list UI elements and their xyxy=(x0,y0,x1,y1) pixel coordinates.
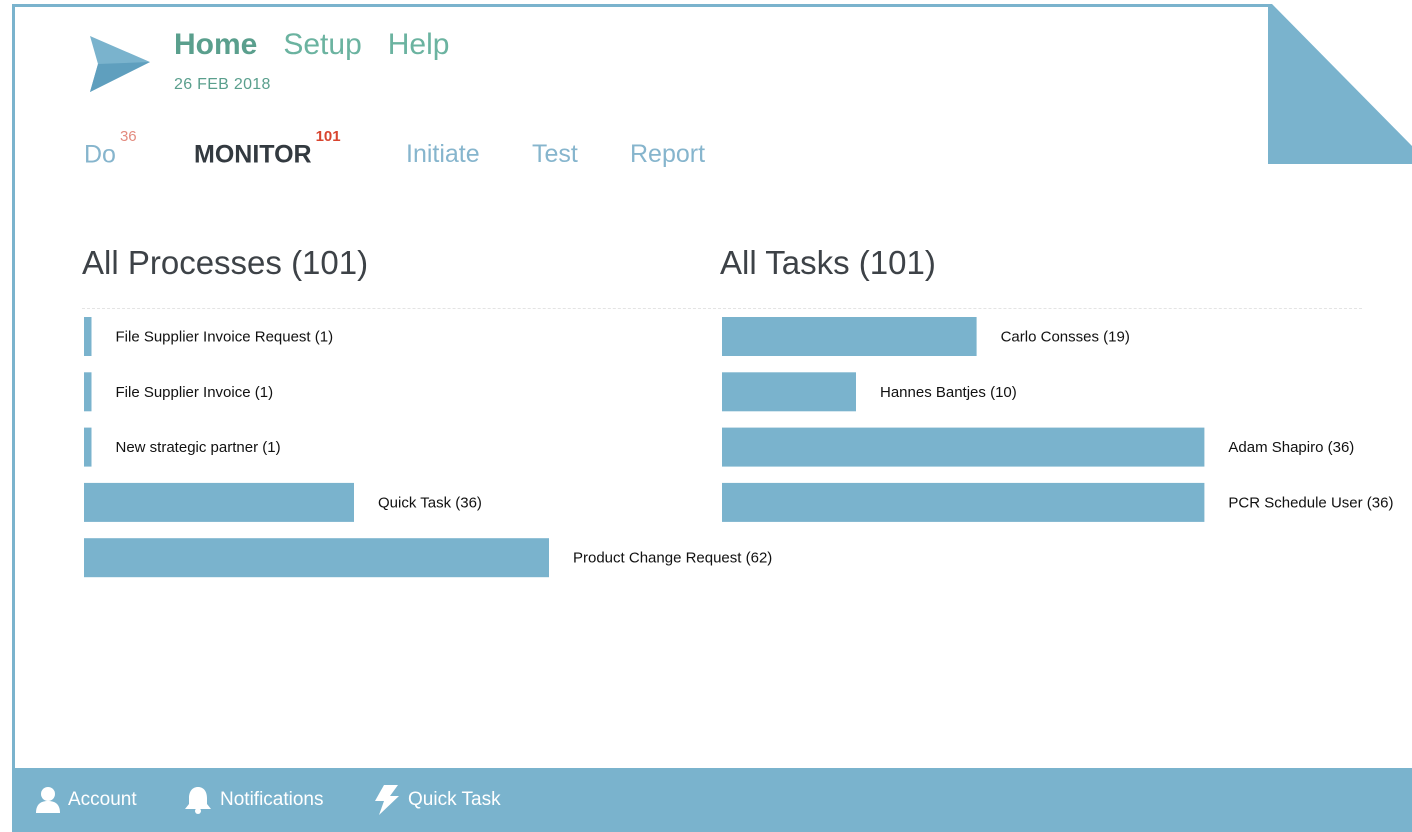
footer-account-label: Account xyxy=(68,789,137,810)
footer-notifications-label: Notifications xyxy=(220,789,324,810)
footer-account-button[interactable]: Account xyxy=(36,768,137,832)
bar-file-supplier-invoice-request[interactable] xyxy=(84,317,92,356)
lightning-icon xyxy=(375,785,399,815)
tab-report-label: Report xyxy=(630,140,706,168)
processes-title: All Processes (101) xyxy=(82,244,369,281)
page-corner-fold xyxy=(1268,4,1412,164)
bell-icon xyxy=(185,787,211,814)
current-date: 26 FEB 2018 xyxy=(174,76,271,93)
bar-label: Hannes Bantjes (10) xyxy=(880,384,1017,401)
page-frame-top xyxy=(12,4,1270,7)
bar-label: Product Change Request (62) xyxy=(573,550,772,567)
footer-bar: Account Notifications Quick Task xyxy=(12,768,1412,832)
tab-initiate-label: Initiate xyxy=(406,140,480,168)
section-divider xyxy=(82,308,1362,309)
tab-monitor-count-badge: 101 xyxy=(315,128,341,145)
tab-test-label: Test xyxy=(532,140,578,168)
footer-quick-task-button[interactable]: Quick Task xyxy=(374,768,501,832)
bar-label: Adam Shapiro (36) xyxy=(1228,439,1354,456)
tab-do-count-badge: 36 xyxy=(119,128,137,145)
paper-plane-logo-icon[interactable] xyxy=(90,36,150,92)
tab-initiate[interactable]: Initiate xyxy=(406,140,480,169)
tasks-bar-chart: Carlo Consses (19) Hannes Bantjes (10) Ada… xyxy=(722,317,1393,522)
bar-product-change-request[interactable] xyxy=(84,538,549,578)
nav-setup[interactable]: Setup xyxy=(283,28,361,62)
bar-adam-shapiro[interactable] xyxy=(722,427,1205,467)
charts-layer: File Supplier Invoice Request (1) File Su… xyxy=(84,317,1393,578)
bar-hannes-bantjes[interactable] xyxy=(722,372,856,412)
footer-notifications-button[interactable]: Notifications xyxy=(184,768,324,832)
bar-new-strategic-partner[interactable] xyxy=(84,427,92,467)
bar-label: New strategic partner (1) xyxy=(116,439,281,456)
tab-test[interactable]: Test xyxy=(532,140,578,169)
bar-label: PCR Schedule User (36) xyxy=(1228,494,1393,511)
footer-quick-task-label: Quick Task xyxy=(408,789,501,810)
tab-report[interactable]: Report xyxy=(630,140,705,169)
bar-file-supplier-invoice[interactable] xyxy=(84,372,92,412)
tab-do[interactable]: Do36 xyxy=(84,128,137,169)
user-icon xyxy=(36,787,60,813)
nav-home[interactable]: Home xyxy=(174,28,257,62)
main-nav: Home Setup Help xyxy=(174,28,449,62)
tab-monitor[interactable]: MONITOR101 xyxy=(194,128,341,169)
nav-help[interactable]: Help xyxy=(388,28,450,62)
processes-bar-chart: File Supplier Invoice Request (1) File Su… xyxy=(84,317,772,578)
bar-carlo-consses[interactable] xyxy=(722,317,977,356)
page-frame-left xyxy=(12,4,15,770)
tab-monitor-label: MONITOR xyxy=(194,140,312,169)
bar-label: Carlo Consses (19) xyxy=(1001,329,1130,346)
bar-label: File Supplier Invoice (1) xyxy=(116,384,274,401)
bar-quick-task[interactable] xyxy=(84,482,354,522)
bar-pcr-schedule-user[interactable] xyxy=(722,482,1205,522)
tasks-title: All Tasks (101) xyxy=(720,244,936,281)
tab-do-label: Do xyxy=(84,140,116,169)
bar-label: File Supplier Invoice Request (1) xyxy=(116,329,334,346)
bar-label: Quick Task (36) xyxy=(378,494,482,511)
